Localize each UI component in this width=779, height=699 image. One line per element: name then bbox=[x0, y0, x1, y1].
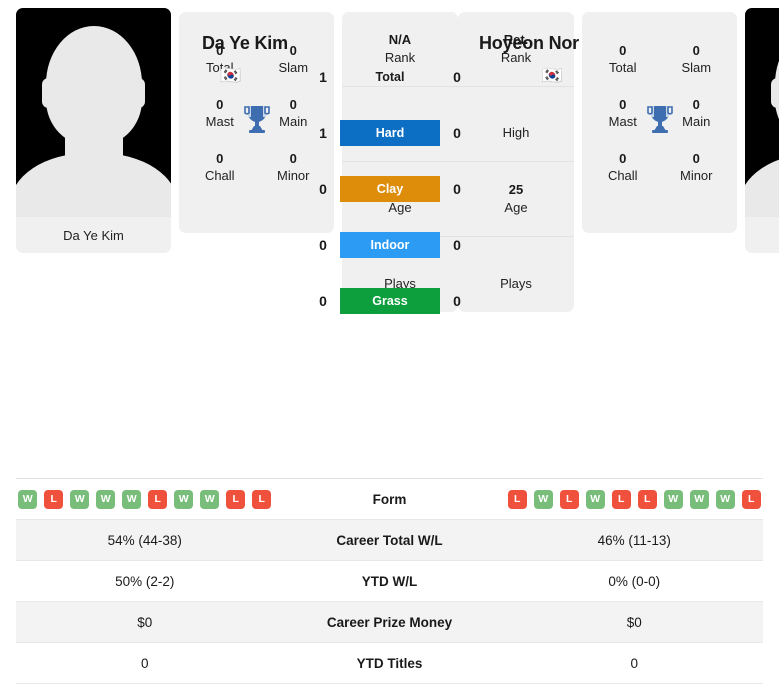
h2h-row-grass: 0 Grass 0 bbox=[300, 286, 480, 316]
form-badge-l: L bbox=[44, 489, 64, 509]
south-korea-flag-icon: 🇰🇷 bbox=[220, 66, 242, 85]
table-row-ytd-titles: 0 YTD Titles 0 bbox=[16, 643, 763, 684]
left-title-chall: 0 Chall bbox=[183, 150, 257, 184]
right-score: 0 bbox=[453, 237, 461, 253]
row-label-ytd-wl: YTD W/L bbox=[361, 573, 418, 589]
right-titles-grid: 0 Total 0 Slam 0 Mast 0 Main 0 Chall 0 M… bbox=[586, 20, 733, 184]
right-score: 0 bbox=[453, 69, 461, 85]
row-label-career-total-wl: Career Total W/L bbox=[336, 532, 443, 548]
surface-badge-indoor[interactable]: Indoor bbox=[340, 232, 440, 258]
left-player-photo-caption: Da Ye Kim bbox=[63, 227, 124, 243]
value: 0 bbox=[216, 151, 224, 166]
player-comparison-page: Da Ye Kim 0 Total 0 Slam 0 Mast 0 Main 0… bbox=[0, 0, 779, 699]
left-score: 1 bbox=[319, 69, 327, 85]
value: 0 bbox=[289, 43, 297, 58]
right-score: 0 bbox=[453, 181, 461, 197]
label: Chall bbox=[204, 168, 235, 183]
left-player-photo bbox=[16, 8, 171, 217]
left-value: $0 bbox=[137, 614, 153, 630]
row-label-form: Form bbox=[372, 491, 407, 507]
row-label-ytd-titles: YTD Titles bbox=[356, 655, 423, 671]
left-score: 0 bbox=[319, 237, 327, 253]
form-badge-w: W bbox=[715, 489, 735, 509]
surface-badge-hard[interactable]: Hard bbox=[340, 120, 440, 146]
label: Minor bbox=[679, 168, 713, 183]
stats-comparison-table: WLWWWLWWLL Form LWLWLLWWWL 54% (44-38) C… bbox=[16, 478, 763, 684]
right-titles-card: 0 Total 0 Slam 0 Mast 0 Main 0 Chall 0 M… bbox=[582, 12, 737, 233]
form-badge-l: L bbox=[252, 489, 272, 509]
form-badge-l: L bbox=[741, 489, 761, 509]
value: 0 bbox=[619, 43, 627, 58]
silhouette-body-icon bbox=[745, 153, 779, 217]
h2h-row-hard: 1 Hard 0 bbox=[300, 118, 480, 148]
left-form-cell: WLWWWLWWLL bbox=[16, 489, 274, 509]
left-form-badges: WLWWWLWWLL bbox=[16, 489, 274, 509]
h2h-row-clay: 0 Clay 0 bbox=[300, 174, 480, 204]
right-value: 46% (11-13) bbox=[597, 532, 671, 548]
form-badge-w: W bbox=[689, 489, 709, 509]
form-badge-w: W bbox=[96, 489, 116, 509]
value: 0 bbox=[216, 43, 224, 58]
right-player-photo-card[interactable]: Hoyeon Nor bbox=[745, 8, 779, 253]
right-title-minor: 0 Minor bbox=[660, 150, 734, 184]
form-badge-l: L bbox=[559, 489, 579, 509]
left-player-photo-card[interactable]: Da Ye Kim bbox=[16, 8, 171, 253]
south-korea-flag-icon: 🇰🇷 bbox=[541, 66, 563, 85]
value: N/A bbox=[388, 32, 412, 47]
left-score: 0 bbox=[319, 293, 327, 309]
form-badge-w: W bbox=[585, 489, 605, 509]
form-badge-w: W bbox=[70, 489, 90, 509]
value: 0 bbox=[619, 151, 627, 166]
value: 0 bbox=[692, 151, 700, 166]
left-value: 0 bbox=[140, 655, 149, 671]
left-score: 0 bbox=[319, 181, 327, 197]
right-player-photo-caption: Hoyeon Nor bbox=[745, 217, 779, 253]
form-badge-w: W bbox=[533, 489, 553, 509]
label: High bbox=[502, 125, 530, 140]
value: 25 bbox=[508, 182, 524, 197]
right-title-chall: 0 Chall bbox=[586, 150, 660, 184]
table-row-ytd-wl: 50% (2-2) YTD W/L 0% (0-0) bbox=[16, 561, 763, 602]
right-score: 0 bbox=[453, 293, 461, 309]
label: Chall bbox=[607, 168, 638, 183]
form-badge-w: W bbox=[122, 489, 142, 509]
value: Ret. bbox=[503, 32, 529, 47]
right-form-cell: LWLWLLWWWL bbox=[506, 489, 764, 509]
surface-badge-clay[interactable]: Clay bbox=[340, 176, 440, 202]
left-score: 1 bbox=[319, 125, 327, 141]
trophy-icon bbox=[243, 104, 271, 134]
right-value: 0 bbox=[630, 655, 638, 671]
trophy-icon bbox=[646, 104, 674, 134]
row-label-career-prize-money: Career Prize Money bbox=[326, 614, 453, 630]
form-badge-w: W bbox=[663, 489, 683, 509]
right-score: 0 bbox=[453, 125, 461, 141]
silhouette-body-icon bbox=[16, 153, 171, 217]
form-badge-l: L bbox=[611, 489, 631, 509]
form-badge-l: L bbox=[637, 489, 657, 509]
right-value: $0 bbox=[626, 614, 642, 630]
h2h-row-indoor: 0 Indoor 0 bbox=[300, 230, 480, 260]
label: Plays bbox=[500, 275, 532, 291]
form-badge-w: W bbox=[174, 489, 194, 509]
form-badge-l: L bbox=[148, 489, 168, 509]
table-row-form: WLWWWLWWLL Form LWLWLLWWWL bbox=[16, 479, 763, 520]
form-badge-l: L bbox=[507, 489, 527, 509]
form-badge-w: W bbox=[200, 489, 220, 509]
surface-badge-total: Total bbox=[375, 70, 405, 84]
form-badge-l: L bbox=[226, 489, 246, 509]
right-form-badges: LWLWLLWWWL bbox=[506, 489, 764, 509]
surface-badge-grass[interactable]: Grass bbox=[340, 288, 440, 314]
left-value: 54% (44-38) bbox=[107, 532, 182, 548]
h2h-row-total: 1 Total 0 bbox=[300, 62, 480, 92]
right-player-photo bbox=[745, 8, 779, 217]
left-value: 50% (2-2) bbox=[115, 573, 175, 589]
value: 0 bbox=[692, 43, 700, 58]
form-badge-w: W bbox=[18, 489, 38, 509]
table-row-career-prize-money: $0 Career Prize Money $0 bbox=[16, 602, 763, 643]
right-value: 0% (0-0) bbox=[608, 573, 661, 589]
table-row-career-total-wl: 54% (44-38) Career Total W/L 46% (11-13) bbox=[16, 520, 763, 561]
head-to-head-surface-list: 1 Total 0 1 Hard 0 0 Clay 0 0 Indoor 0 0… bbox=[300, 62, 480, 342]
label: Age bbox=[504, 200, 528, 215]
